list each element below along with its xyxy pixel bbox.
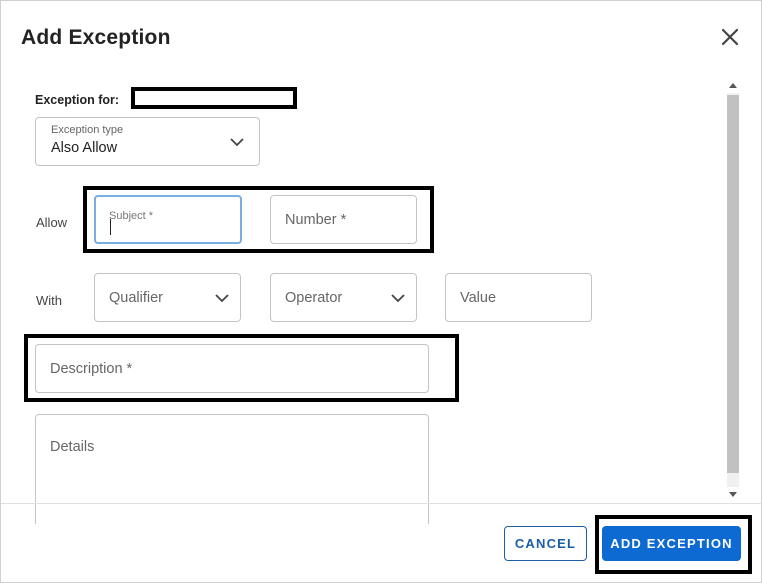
description-input[interactable]: Description * bbox=[35, 344, 429, 393]
add-exception-dialog: Add Exception Exception for: Exception t… bbox=[0, 0, 762, 583]
operator-select[interactable]: Operator bbox=[270, 273, 417, 322]
cancel-button[interactable]: CANCEL bbox=[504, 526, 587, 561]
chevron-down-icon bbox=[215, 293, 229, 302]
with-label: With bbox=[36, 293, 62, 308]
scrollbar-thumb[interactable] bbox=[727, 95, 739, 473]
footer-divider bbox=[1, 503, 762, 504]
exception-for-label: Exception for: bbox=[35, 93, 120, 107]
value-placeholder: Value bbox=[460, 289, 497, 306]
details-textarea[interactable]: Details bbox=[35, 414, 429, 524]
scrollbar[interactable] bbox=[725, 77, 741, 503]
exception-for-value bbox=[131, 87, 297, 109]
close-icon[interactable] bbox=[717, 24, 743, 50]
subject-label: Subject * bbox=[109, 210, 154, 222]
subject-input[interactable]: Subject * bbox=[94, 195, 242, 244]
allow-label: Allow bbox=[36, 215, 68, 230]
operator-placeholder: Operator bbox=[285, 289, 343, 306]
scroll-down-icon[interactable] bbox=[729, 492, 737, 497]
exception-type-select[interactable]: Exception type Also Allow bbox=[35, 117, 260, 166]
chevron-down-icon bbox=[230, 137, 244, 146]
qualifier-select[interactable]: Qualifier bbox=[94, 273, 241, 322]
value-input[interactable]: Value bbox=[445, 273, 592, 322]
chevron-down-icon bbox=[391, 293, 405, 302]
add-exception-button[interactable]: ADD EXCEPTION bbox=[602, 526, 741, 561]
exception-type-value: Also Allow bbox=[51, 140, 118, 156]
details-placeholder: Details bbox=[50, 439, 95, 455]
number-input[interactable]: Number * bbox=[270, 195, 417, 244]
description-placeholder: Description * bbox=[50, 360, 133, 377]
number-placeholder: Number * bbox=[285, 211, 347, 228]
qualifier-placeholder: Qualifier bbox=[109, 289, 163, 306]
text-caret bbox=[110, 219, 111, 235]
dialog-title: Add Exception bbox=[21, 26, 171, 49]
exception-type-label: Exception type bbox=[51, 124, 124, 136]
scroll-up-icon[interactable] bbox=[729, 83, 737, 88]
